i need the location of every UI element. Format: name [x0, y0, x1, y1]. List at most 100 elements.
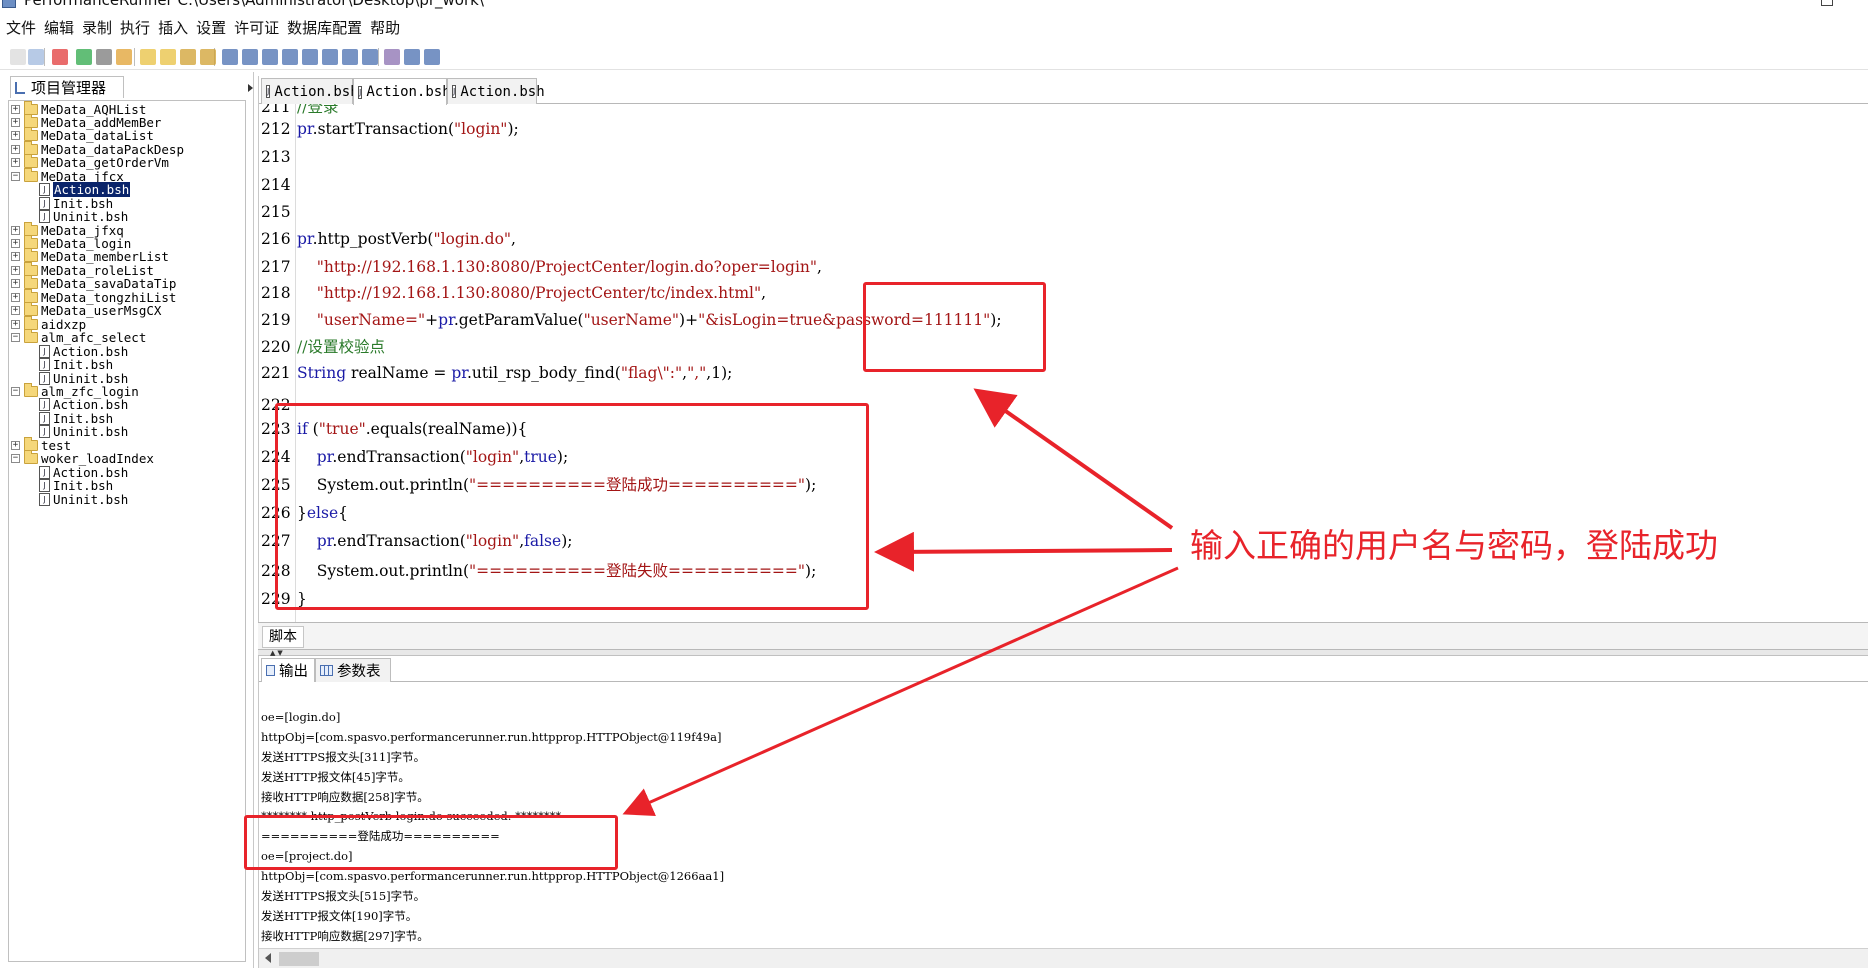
- code-line: 212 pr.startTransaction("login");: [259, 118, 1868, 140]
- collapse-icon[interactable]: −: [11, 454, 20, 464]
- project-manager-tab[interactable]: 项目管理器: [10, 76, 124, 98]
- expand-icon[interactable]: +: [11, 265, 20, 275]
- find-icon[interactable]: [242, 49, 258, 65]
- folder-icon: [24, 235, 38, 249]
- script-tab-bar: 脚本: [258, 622, 1868, 650]
- code-line: 214: [259, 174, 1868, 196]
- editor-tab-label: Action.bsh: [366, 84, 451, 100]
- collapse-icon[interactable]: −: [11, 171, 20, 181]
- split-icon[interactable]: [342, 49, 358, 65]
- report-icon[interactable]: [404, 49, 420, 65]
- collapse-icon[interactable]: −: [11, 386, 20, 396]
- transaction-icon[interactable]: [262, 49, 278, 65]
- line-number: 211: [261, 104, 291, 116]
- output-line: oe=[project.do]: [261, 849, 353, 864]
- expand-icon[interactable]: +: [11, 131, 20, 141]
- insert-icon[interactable]: [180, 49, 196, 65]
- scroll-thumb[interactable]: [279, 952, 319, 966]
- expand-icon[interactable]: +: [11, 292, 20, 302]
- line-number: 221: [261, 364, 291, 382]
- record-icon[interactable]: [52, 49, 68, 65]
- code-text: "http://192.168.1.130:8080/ProjectCenter…: [316, 284, 767, 302]
- menu-item-8[interactable]: 帮助: [368, 17, 406, 38]
- run-icon[interactable]: [76, 49, 92, 65]
- expand-icon[interactable]: +: [11, 144, 20, 154]
- expand-icon[interactable]: +: [11, 117, 20, 127]
- code-line: 219 "userName="+pr.getParamValue("userNa…: [259, 309, 1868, 331]
- folder-icon: [24, 302, 38, 317]
- project-manager-label: 项目管理器: [31, 79, 107, 97]
- menu-item-0[interactable]: 文件: [4, 17, 42, 38]
- project-manager-panel: 项目管理器 + MeData_AQHList + MeData_addMemBer + M…: [0, 72, 254, 968]
- text-icon[interactable]: [222, 49, 238, 65]
- line-number: 224: [261, 448, 291, 466]
- output-line: 发送HTTPS报文头[515]字节。: [261, 889, 426, 903]
- menu-item-6[interactable]: 许可证: [232, 17, 285, 38]
- expand-icon[interactable]: +: [11, 306, 20, 316]
- tree-file[interactable]: J Uninit.bsh: [39, 491, 128, 507]
- menu-item-4[interactable]: 插入: [156, 17, 194, 38]
- scroll-left-icon[interactable]: [265, 953, 271, 963]
- menu-item-7[interactable]: 数据库配置: [285, 17, 368, 38]
- editor-tab-action-bsh[interactable]: J Action.bsh: [261, 78, 359, 104]
- panel-arrow-icon[interactable]: [248, 84, 253, 92]
- expand-icon[interactable]: +: [11, 279, 20, 289]
- folder-icon: [24, 329, 38, 344]
- menu-item-3[interactable]: 执行: [118, 17, 156, 38]
- expand-icon[interactable]: +: [11, 252, 20, 262]
- line-number: 226: [261, 504, 291, 522]
- editor-tab-bar: J Action.bsh J Action.bsh J Action.bsh: [259, 76, 1868, 105]
- code-line: 213: [259, 146, 1868, 168]
- settings-icon[interactable]: [200, 49, 216, 65]
- redo-icon[interactable]: [160, 49, 176, 65]
- code-text: System.out.println("==========登陆成功======…: [297, 476, 817, 494]
- app-icon: [2, 0, 16, 8]
- folder-icon: [24, 101, 38, 115]
- output-tab-0[interactable]: 输出: [261, 658, 315, 682]
- line-number: 217: [261, 258, 291, 276]
- new-file-icon[interactable]: [10, 49, 26, 65]
- checkpoint-icon[interactable]: [302, 49, 318, 65]
- code-line: 220 //设置校验点: [259, 336, 1868, 358]
- code-text: pr.endTransaction("login",false);: [316, 532, 573, 550]
- rendezvous-icon[interactable]: [282, 49, 298, 65]
- expand-icon[interactable]: +: [11, 158, 20, 168]
- restore-button[interactable]: [1821, 0, 1833, 6]
- code-line: 221 String realName = pr.util_rsp_body_fi…: [259, 362, 1868, 384]
- pause-icon[interactable]: [116, 49, 132, 65]
- folder-icon: [24, 167, 38, 182]
- undo-icon[interactable]: [140, 49, 156, 65]
- collapse-icon[interactable]: −: [11, 333, 20, 343]
- save-icon[interactable]: [28, 49, 44, 65]
- output-tab-1[interactable]: 参数表: [315, 658, 391, 682]
- expand-icon[interactable]: +: [11, 239, 20, 248]
- export-icon[interactable]: [384, 49, 400, 65]
- line-number: 216: [261, 230, 291, 248]
- tab-script[interactable]: 脚本: [262, 626, 304, 648]
- editor-tab-action-bsh[interactable]: J Action.bsh: [353, 78, 451, 105]
- horizontal-scrollbar[interactable]: [259, 948, 1868, 968]
- expand-icon[interactable]: +: [11, 440, 20, 450]
- folder-icon: [24, 127, 38, 142]
- parameter-icon[interactable]: [322, 49, 338, 65]
- folder-icon: [24, 315, 38, 330]
- window-icon[interactable]: [424, 49, 440, 65]
- code-line: 223 if ("true".equals(realName)){: [259, 418, 1868, 440]
- stop-icon[interactable]: [96, 49, 112, 65]
- menu-item-5[interactable]: 设置: [194, 17, 232, 38]
- java-file-icon: J: [452, 85, 457, 98]
- comment-icon[interactable]: [362, 49, 378, 65]
- code-line: 229}: [259, 588, 1868, 610]
- menu-item-2[interactable]: 录制: [80, 17, 118, 38]
- editor-tab-action-bsh[interactable]: J Action.bsh: [447, 78, 545, 104]
- menu-item-1[interactable]: 编辑: [42, 17, 80, 38]
- line-number: 214: [261, 176, 291, 194]
- output-tab-bar: 输出 参数表: [259, 656, 1868, 682]
- expand-icon[interactable]: +: [11, 225, 20, 235]
- expand-icon[interactable]: +: [11, 104, 20, 114]
- code-line: 225 System.out.println("==========登陆成功==…: [259, 474, 1868, 496]
- code-line: 217 "http://192.168.1.130:8080/ProjectCe…: [259, 256, 1868, 278]
- expand-icon[interactable]: +: [11, 319, 20, 329]
- code-text: "http://192.168.1.130:8080/ProjectCenter…: [316, 258, 822, 276]
- output-log[interactable]: oe=[login.do] httpObj=[com.spasvo.perform…: [259, 682, 1868, 948]
